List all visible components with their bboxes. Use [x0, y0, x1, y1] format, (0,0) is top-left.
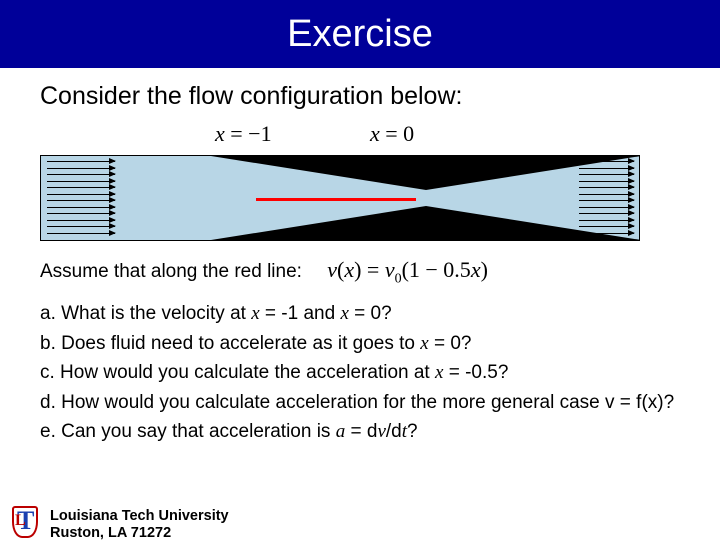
arrow-icon	[579, 181, 634, 182]
arrow-icon	[47, 181, 115, 182]
title-bar: Exercise	[0, 0, 720, 68]
arrow-icon	[47, 207, 115, 208]
arrow-icon	[47, 220, 115, 221]
arrow-icon	[47, 194, 115, 195]
diagram-label-row: x = −1 x = 0	[40, 121, 690, 151]
red-line	[256, 198, 416, 201]
arrow-icon	[579, 168, 634, 169]
arrow-icon	[579, 207, 634, 208]
assume-line: Assume that along the red line: v(x) = v…	[40, 257, 690, 287]
question-d: d. How would you calculate acceleration …	[40, 388, 690, 417]
arrow-icon	[579, 213, 634, 214]
flow-diagram	[40, 155, 640, 241]
wall-bottom	[211, 206, 640, 240]
footer-line1: Louisiana Tech University	[50, 508, 229, 525]
inlet-arrows	[47, 161, 115, 234]
university-logo-icon	[12, 506, 42, 544]
footer: Louisiana Tech University Ruston, LA 712…	[12, 506, 229, 544]
slide-title: Exercise	[287, 13, 433, 56]
content-area: Consider the flow configuration below: x…	[0, 68, 720, 447]
footer-text: Louisiana Tech University Ruston, LA 712…	[50, 508, 229, 543]
arrow-icon	[579, 187, 634, 188]
arrow-icon	[579, 174, 634, 175]
arrow-icon	[47, 174, 115, 175]
arrow-icon	[47, 233, 115, 234]
velocity-formula: v(x) = v0(1 − 0.5x)	[327, 257, 488, 282]
label-x-neg1: x = −1	[215, 121, 272, 147]
arrow-icon	[579, 226, 634, 227]
arrow-icon	[47, 226, 115, 227]
label-x-0: x = 0	[370, 121, 414, 147]
arrow-icon	[47, 213, 115, 214]
assume-prefix: Assume that along the red line:	[40, 261, 302, 282]
question-list: a. What is the velocity at x = -1 and x …	[40, 299, 690, 446]
question-c: c. How would you calculate the accelerat…	[40, 358, 690, 387]
arrow-icon	[579, 220, 634, 221]
arrow-icon	[579, 200, 634, 201]
arrow-icon	[579, 194, 634, 195]
arrow-icon	[579, 161, 634, 162]
arrow-icon	[47, 161, 115, 162]
outlet-arrows	[579, 161, 634, 234]
prompt-text: Consider the flow configuration below:	[40, 82, 690, 111]
arrow-icon	[579, 233, 634, 234]
question-e: e. Can you say that acceleration is a = …	[40, 417, 690, 446]
question-b: b. Does fluid need to accelerate as it g…	[40, 329, 690, 358]
wall-top	[211, 156, 640, 190]
arrow-icon	[47, 200, 115, 201]
arrow-icon	[47, 187, 115, 188]
arrow-icon	[47, 168, 115, 169]
question-a: a. What is the velocity at x = -1 and x …	[40, 299, 690, 328]
